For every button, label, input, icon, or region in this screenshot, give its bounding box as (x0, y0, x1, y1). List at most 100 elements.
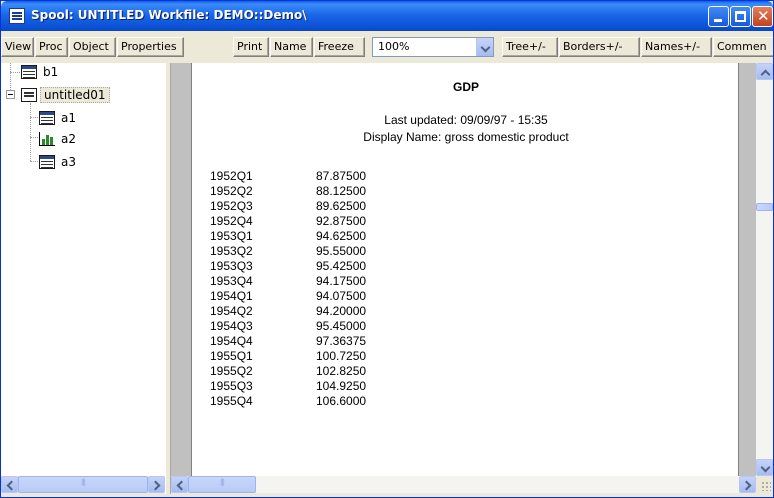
scroll-down-icon[interactable] (756, 459, 773, 476)
table-row: 1955Q1 100.7250 (210, 349, 366, 364)
value-cell: 94.07500 (316, 289, 367, 303)
graph-icon (39, 132, 55, 146)
comments-toggle-button[interactable]: Commen (713, 37, 773, 57)
value-cell: 95.42500 (316, 259, 367, 273)
print-button[interactable]: Print (233, 37, 269, 57)
period-cell: 1954Q2 (210, 304, 253, 318)
chevron-down-icon[interactable] (476, 38, 493, 56)
table-row: 1955Q3 104.9250 (210, 379, 366, 394)
table-row: 1953Q4 94.17500 (210, 274, 366, 289)
scroll-left-icon[interactable] (1, 476, 18, 493)
table-row: 1954Q4 97.36375 (210, 334, 366, 349)
document-vertical-scrollbar[interactable] (756, 63, 773, 476)
spool-window: Spool: UNTITLED Workfile: DEMO::Demo\ ✕ … (0, 0, 774, 498)
tree-line (30, 103, 31, 161)
minimize-button[interactable] (708, 6, 729, 27)
value-cell: 94.17500 (316, 274, 367, 288)
zoom-value: 100% (378, 40, 410, 53)
value-cell: 92.87500 (316, 214, 367, 228)
tree-line (30, 137, 38, 138)
tree-item-label: a3 (61, 155, 76, 169)
scroll-thumb[interactable] (18, 476, 148, 493)
collapse-icon[interactable] (6, 90, 15, 99)
object-button[interactable]: Object (69, 37, 116, 57)
minimize-icon (714, 19, 722, 22)
value-cell: 94.62500 (316, 229, 367, 243)
table-icon (39, 155, 55, 169)
period-cell: 1954Q4 (210, 334, 253, 348)
maximize-icon (735, 11, 746, 22)
value-cell: 97.36375 (316, 334, 367, 348)
table-row: 1952Q4 92.87500 (210, 214, 366, 229)
tree-line (30, 117, 38, 118)
table-title: GDP (452, 80, 479, 94)
tree-item-b1[interactable]: b1 (21, 63, 61, 81)
table-row: 1954Q3 95.45000 (210, 319, 366, 334)
display-name-text: Display Name: gross domestic product (363, 130, 569, 144)
table-row: 1953Q2 95.55000 (210, 244, 366, 259)
window-title: Spool: UNTITLED Workfile: DEMO::Demo\ (31, 8, 307, 22)
period-cell: 1952Q2 (210, 184, 253, 198)
zoom-select[interactable]: 100% (372, 37, 494, 57)
close-icon: ✕ (757, 7, 770, 25)
value-cell: 100.7250 (316, 349, 367, 363)
document-pane: GDP Last updated: 09/09/97 - 15:35 Displ… (171, 63, 756, 476)
table-row: 1954Q2 94.20000 (210, 304, 366, 319)
resize-grip-icon[interactable] (756, 476, 773, 493)
toolbar: View Proc Object Properties Print Name F… (1, 32, 773, 60)
spool-window-icon[interactable] (9, 8, 25, 24)
tree-line (30, 161, 38, 162)
table-icon (39, 111, 55, 125)
last-updated-text: Last updated: 09/09/97 - 15:35 (384, 113, 548, 127)
names-toggle-button[interactable]: Names+/- (641, 37, 712, 57)
tree-horizontal-scrollbar[interactable] (1, 476, 165, 493)
title-bar[interactable]: Spool: UNTITLED Workfile: DEMO::Demo\ ✕ (1, 1, 773, 31)
tree-item-a2[interactable]: a2 (39, 130, 79, 148)
proc-button[interactable]: Proc (35, 37, 68, 57)
close-button[interactable]: ✕ (752, 6, 773, 27)
tree-item-a3[interactable]: a3 (39, 153, 79, 171)
table-row: 1952Q2 88.12500 (210, 184, 366, 199)
value-cell: 106.6000 (316, 394, 367, 408)
period-cell: 1955Q2 (210, 364, 253, 378)
tree-item-label: a2 (61, 132, 76, 146)
borders-toggle-button[interactable]: Borders+/- (559, 37, 640, 57)
value-cell: 94.20000 (316, 304, 367, 318)
maximize-button[interactable] (730, 6, 751, 27)
scroll-right-icon[interactable] (148, 476, 165, 493)
scroll-thumb[interactable] (756, 203, 773, 211)
table-row: 1955Q4 106.6000 (210, 394, 366, 409)
tree-item-a1[interactable]: a1 (39, 109, 79, 127)
name-button[interactable]: Name (270, 37, 313, 57)
tree-item-label: a1 (61, 111, 76, 125)
period-cell: 1952Q1 (210, 169, 253, 183)
value-cell: 95.55000 (316, 244, 367, 258)
view-button[interactable]: View (1, 37, 34, 57)
value-cell: 104.9250 (316, 379, 367, 393)
scroll-thumb[interactable] (188, 476, 256, 493)
tree-line (10, 72, 20, 73)
scroll-up-icon[interactable] (756, 63, 773, 80)
period-cell: 1952Q3 (210, 199, 253, 213)
table-row: 1952Q3 89.62500 (210, 199, 366, 214)
tree-item-untitled01[interactable]: untitled01 (21, 86, 110, 104)
period-cell: 1953Q2 (210, 244, 253, 258)
period-cell: 1953Q3 (210, 259, 253, 273)
tree-toggle-button[interactable]: Tree+/- (502, 37, 558, 57)
properties-button[interactable]: Properties (117, 37, 184, 57)
document-horizontal-scrollbar[interactable] (171, 476, 756, 493)
spool-icon (21, 88, 37, 102)
scroll-left-icon[interactable] (171, 476, 188, 493)
value-cell: 89.62500 (316, 199, 367, 213)
scroll-right-icon[interactable] (739, 476, 756, 493)
period-cell: 1953Q1 (210, 229, 253, 243)
period-cell: 1952Q4 (210, 214, 253, 228)
value-cell: 88.12500 (316, 184, 367, 198)
period-cell: 1955Q3 (210, 379, 253, 393)
spool-tree[interactable]: b1 untitled01 a1 a2 a3 (1, 63, 165, 476)
value-cell: 95.45000 (316, 319, 367, 333)
freeze-button[interactable]: Freeze (314, 37, 365, 57)
period-cell: 1955Q1 (210, 349, 253, 363)
table-icon (21, 65, 37, 79)
table-row: 1953Q3 95.42500 (210, 259, 366, 274)
